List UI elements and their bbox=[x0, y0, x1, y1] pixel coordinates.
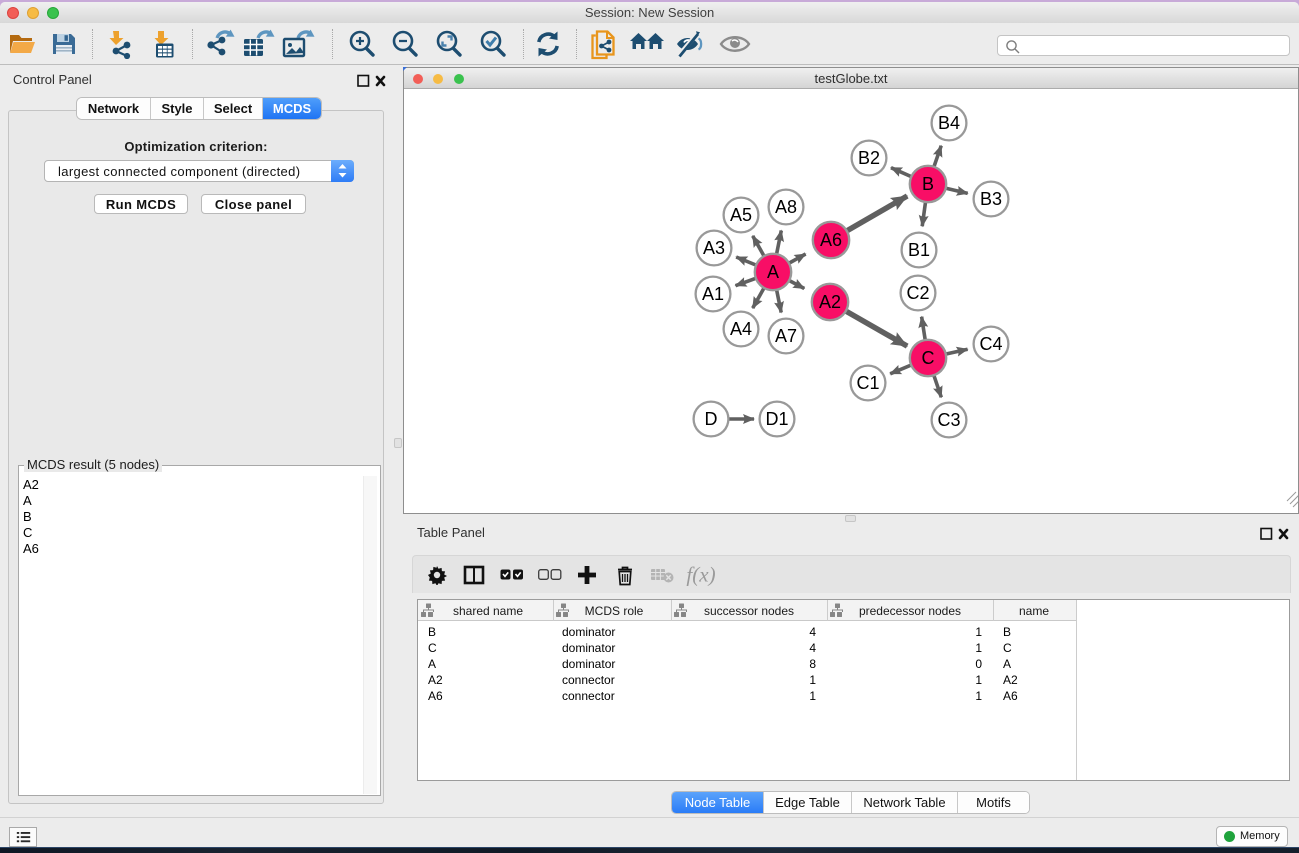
svg-text:A5: A5 bbox=[730, 205, 752, 225]
svg-text:1: 1 bbox=[809, 689, 816, 703]
svg-text:B: B bbox=[922, 174, 934, 194]
svg-text:A1: A1 bbox=[702, 284, 724, 304]
svg-text:dominator: dominator bbox=[562, 625, 615, 639]
svg-text:A7: A7 bbox=[775, 326, 797, 346]
svg-text:A: A bbox=[1003, 657, 1011, 671]
svg-text:1: 1 bbox=[809, 673, 816, 687]
svg-text:A6: A6 bbox=[1003, 689, 1018, 703]
svg-text:B2: B2 bbox=[858, 148, 880, 168]
svg-text:A8: A8 bbox=[775, 197, 797, 217]
svg-text:1: 1 bbox=[975, 673, 982, 687]
svg-text:1: 1 bbox=[975, 641, 982, 655]
svg-text:name: name bbox=[1019, 604, 1049, 618]
svg-text:A6: A6 bbox=[820, 230, 842, 250]
svg-text:predecessor nodes: predecessor nodes bbox=[859, 604, 961, 618]
svg-text:B: B bbox=[1003, 625, 1011, 639]
svg-text:C2: C2 bbox=[906, 283, 929, 303]
svg-text:0: 0 bbox=[975, 657, 982, 671]
svg-text:A2: A2 bbox=[428, 673, 443, 687]
svg-text:C4: C4 bbox=[979, 334, 1002, 354]
svg-text:1: 1 bbox=[975, 625, 982, 639]
svg-text:connector: connector bbox=[562, 689, 615, 703]
svg-text:A3: A3 bbox=[703, 238, 725, 258]
svg-text:D: D bbox=[705, 409, 718, 429]
svg-text:MCDS role: MCDS role bbox=[585, 604, 644, 618]
svg-text:shared name: shared name bbox=[453, 604, 523, 618]
svg-text:A: A bbox=[428, 657, 436, 671]
svg-text:B1: B1 bbox=[908, 240, 930, 260]
svg-text:A4: A4 bbox=[730, 319, 752, 339]
svg-text:A6: A6 bbox=[428, 689, 443, 703]
svg-text:B3: B3 bbox=[980, 189, 1002, 209]
svg-text:connector: connector bbox=[562, 673, 615, 687]
svg-text:D1: D1 bbox=[765, 409, 788, 429]
svg-text:8: 8 bbox=[809, 657, 816, 671]
svg-text:A: A bbox=[767, 262, 779, 282]
svg-text:C: C bbox=[1003, 641, 1012, 655]
svg-text:C1: C1 bbox=[856, 373, 879, 393]
svg-text:A2: A2 bbox=[819, 292, 841, 312]
svg-text:C: C bbox=[922, 348, 935, 368]
svg-text:successor nodes: successor nodes bbox=[704, 604, 794, 618]
svg-text:C3: C3 bbox=[937, 410, 960, 430]
svg-text:dominator: dominator bbox=[562, 657, 615, 671]
svg-text:4: 4 bbox=[809, 625, 816, 639]
svg-text:B: B bbox=[428, 625, 436, 639]
svg-text:1: 1 bbox=[975, 689, 982, 703]
svg-text:dominator: dominator bbox=[562, 641, 615, 655]
svg-text:4: 4 bbox=[809, 641, 816, 655]
svg-text:C: C bbox=[428, 641, 437, 655]
svg-text:A2: A2 bbox=[1003, 673, 1018, 687]
svg-text:B4: B4 bbox=[938, 113, 960, 133]
